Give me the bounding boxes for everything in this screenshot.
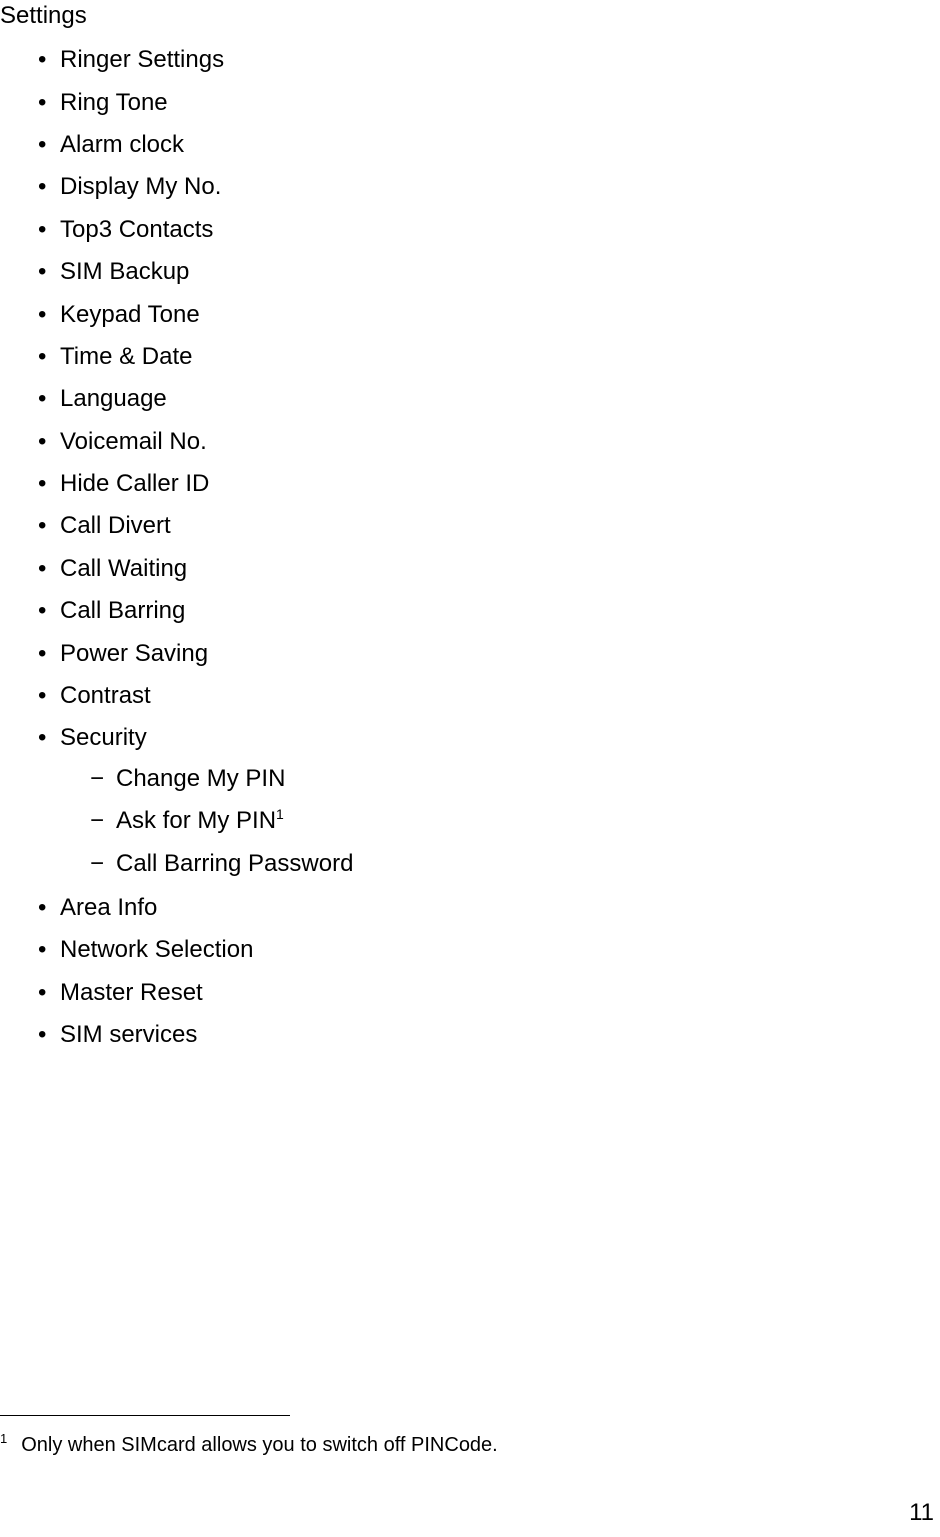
item-label: SIM services <box>60 1021 197 1048</box>
list-item: Call Divert <box>38 505 940 547</box>
list-item: Call Waiting <box>38 548 940 590</box>
list-item: Ringer Settings <box>38 39 940 81</box>
list-item: Change My PIN <box>90 758 940 800</box>
list-item: Top3 Contacts <box>38 209 940 251</box>
list-item: Contrast <box>38 675 940 717</box>
item-label: Language <box>60 385 167 412</box>
list-item: Time & Date <box>38 336 940 378</box>
list-item: Ask for My PIN1 <box>90 800 940 842</box>
list-item: Display My No. <box>38 166 940 208</box>
item-label: Keypad Tone <box>60 301 200 328</box>
item-label: Voicemail No. <box>60 428 207 455</box>
footnote-mark: 1 <box>0 1431 7 1446</box>
item-label: Change My PIN <box>116 765 285 792</box>
item-label: Top3 Contacts <box>60 216 213 243</box>
footnote-text: Only when SIMcard allows you to switch o… <box>21 1434 498 1456</box>
list-item: SIM Backup <box>38 251 940 293</box>
list-item: Ring Tone <box>38 82 940 124</box>
item-label: Ask for My PIN <box>116 807 276 834</box>
item-label: Area Info <box>60 894 157 921</box>
list-item: Area Info <box>38 887 940 929</box>
footnote-area: 1 Only when SIMcard allows you to switch … <box>0 1415 940 1457</box>
list-item: Power Saving <box>38 633 940 675</box>
list-item: Language <box>38 378 940 420</box>
item-label: Contrast <box>60 682 151 709</box>
footnote: 1 Only when SIMcard allows you to switch … <box>0 1434 940 1457</box>
item-label: Time & Date <box>60 343 192 370</box>
item-label: Call Waiting <box>60 555 187 582</box>
item-label: SIM Backup <box>60 258 189 285</box>
list-item: Voicemail No. <box>38 421 940 463</box>
list-item: Alarm clock <box>38 124 940 166</box>
list-item: Security Change My PIN Ask for My PIN1 C… <box>38 717 940 887</box>
footnote-rule <box>0 1415 290 1416</box>
document-page: Settings Ringer Settings Ring Tone Alarm… <box>0 0 940 1537</box>
list-item: Master Reset <box>38 972 940 1014</box>
page-number: 11 <box>909 1499 934 1527</box>
settings-list: Ringer Settings Ring Tone Alarm clock Di… <box>0 39 940 1056</box>
list-item: Keypad Tone <box>38 294 940 336</box>
settings-heading: Settings <box>0 0 940 31</box>
item-label: Alarm clock <box>60 131 184 158</box>
item-label: Master Reset <box>60 979 203 1006</box>
security-sublist: Change My PIN Ask for My PIN1 Call Barri… <box>60 758 940 885</box>
item-label: Call Barring <box>60 597 185 624</box>
item-label: Call Divert <box>60 512 171 539</box>
item-label: Call Barring Password <box>116 850 353 877</box>
list-item: Network Selection <box>38 929 940 971</box>
item-label: Network Selection <box>60 936 253 963</box>
item-label: Ringer Settings <box>60 46 224 73</box>
item-label: Ring Tone <box>60 89 168 116</box>
item-label: Security <box>60 724 147 751</box>
list-item: SIM services <box>38 1014 940 1056</box>
item-label: Display My No. <box>60 173 221 200</box>
item-label: Hide Caller ID <box>60 470 209 497</box>
footnote-ref: 1 <box>276 806 284 822</box>
item-label: Power Saving <box>60 640 208 667</box>
list-item: Hide Caller ID <box>38 463 940 505</box>
list-item: Call Barring Password <box>90 843 940 885</box>
list-item: Call Barring <box>38 590 940 632</box>
